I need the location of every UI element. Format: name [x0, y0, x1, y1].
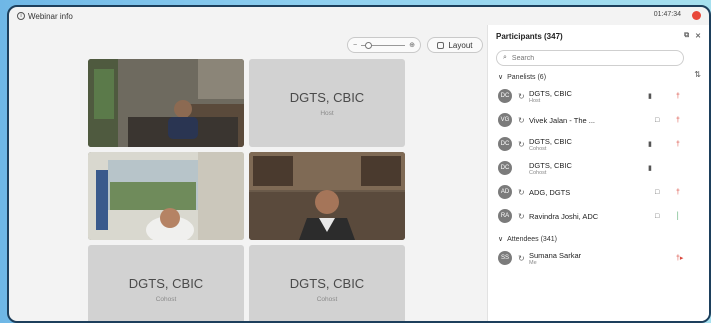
- tile-role: Cohost: [155, 295, 177, 303]
- window-title: Webinar info: [28, 11, 73, 21]
- mic-muted-icon[interactable]: †▸: [676, 254, 683, 262]
- webinar-info-button[interactable]: i Webinar info: [17, 12, 73, 21]
- video-tile-3[interactable]: [88, 152, 244, 240]
- avatar: AD: [498, 185, 512, 199]
- panel-title: Participants (347): [496, 31, 563, 41]
- avatar: VG: [498, 113, 512, 127]
- zoom-out-icon[interactable]: −: [353, 42, 357, 49]
- participant-row[interactable]: RA ↻ Ravindra Joshi, ADC □ │: [488, 204, 709, 228]
- participant-name: DGTS, CBIC: [529, 88, 572, 98]
- popout-icon[interactable]: ⧉: [684, 32, 689, 40]
- participant-row[interactable]: DC DGTS, CBIC Cohost ▮: [488, 156, 709, 180]
- zoom-in-icon[interactable]: ⊕: [409, 41, 415, 49]
- video-tile-4[interactable]: [249, 152, 405, 240]
- video-icon[interactable]: □: [655, 189, 659, 196]
- chevron-down-icon: ∨: [498, 74, 504, 81]
- video-off-icon[interactable]: ▮: [648, 140, 652, 148]
- tile-name: DGTS, CBIC: [289, 275, 365, 291]
- participant-name: Ravindra Joshi, ADC: [529, 211, 599, 221]
- avatar: DC: [498, 89, 512, 103]
- avatar: SS: [498, 251, 512, 265]
- avatar: DC: [498, 161, 512, 175]
- mic-muted-icon[interactable]: †: [676, 189, 680, 196]
- participant-role: Host: [529, 97, 541, 104]
- info-icon: i: [17, 12, 25, 20]
- participant-name: ADG, DGTS: [529, 187, 571, 197]
- video-tile-5[interactable]: DGTS, CBIC Cohost: [88, 245, 244, 321]
- video-off-icon[interactable]: ▮: [648, 92, 652, 100]
- participant-row[interactable]: SS ↻ Sumana Sarkar Me †▸: [488, 246, 709, 270]
- mic-muted-icon[interactable]: †: [676, 93, 680, 100]
- video-tile-6[interactable]: DGTS, CBIC Cohost: [249, 245, 405, 321]
- mic-active-icon[interactable]: │: [676, 213, 680, 220]
- video-icon[interactable]: □: [655, 213, 659, 220]
- recording-icon[interactable]: [692, 11, 701, 20]
- tile-role: Host: [320, 109, 334, 117]
- search-input[interactable]: [511, 54, 662, 62]
- video-stage: − ⊕ Layout DGTS, CBIC Host DGTS, CBIC Co…: [9, 25, 487, 321]
- participant-name: Vivek Jalan - The ...: [529, 115, 596, 125]
- participant-row[interactable]: VG ↻ Vivek Jalan - The ... □ †: [488, 108, 709, 132]
- tile-name: DGTS, CBIC: [289, 89, 365, 105]
- participant-name: Sumana Sarkar: [529, 250, 582, 260]
- meeting-timer: 01:47:34: [653, 11, 681, 18]
- sync-icon: ↻: [518, 253, 525, 263]
- participants-panel: Participants (347) ⧉ ✕ ⌕ ⇅ ∨ Panelists (…: [487, 25, 709, 321]
- zoom-knob[interactable]: [365, 41, 373, 49]
- mic-muted-icon[interactable]: †: [676, 117, 680, 124]
- tile-role: Cohost: [316, 295, 338, 303]
- attendees-section[interactable]: ∨ Attendees (341): [488, 232, 709, 246]
- participant-video: [88, 152, 244, 240]
- participant-video: [88, 59, 244, 147]
- sync-icon: ↻: [518, 139, 525, 149]
- participant-role: Me: [529, 259, 537, 266]
- layout-grid-icon: [437, 41, 445, 49]
- video-off-icon[interactable]: ▮: [648, 164, 652, 172]
- panelists-section[interactable]: ∨ Panelists (6): [488, 70, 709, 84]
- sync-icon: ↻: [518, 91, 525, 101]
- avatar: RA: [498, 209, 512, 223]
- chevron-down-icon: ∨: [498, 236, 504, 243]
- sync-icon: ↻: [518, 211, 525, 221]
- zoom-track[interactable]: [361, 41, 406, 49]
- avatar: DC: [498, 137, 512, 151]
- title-bar: i Webinar info 01:47:34: [9, 7, 709, 25]
- layout-label: Layout: [448, 40, 473, 50]
- close-icon[interactable]: ✕: [695, 32, 701, 40]
- mic-muted-icon[interactable]: †: [676, 141, 680, 148]
- sync-icon: ↻: [518, 115, 525, 125]
- participant-role: Cohost: [529, 169, 547, 176]
- participant-video: [249, 152, 405, 240]
- participant-row[interactable]: AD ↻ ADG, DGTS □ †: [488, 180, 709, 204]
- participant-name: DGTS, CBIC: [529, 160, 572, 170]
- search-icon: ⌕: [503, 54, 507, 61]
- webinar-window: i Webinar info 01:47:34 − ⊕ Layout DGTS,…: [7, 5, 711, 323]
- participant-name: DGTS, CBIC: [529, 136, 572, 146]
- video-icon[interactable]: □: [655, 117, 659, 124]
- panelists-label: Panelists (6): [507, 73, 547, 81]
- attendees-label: Attendees (341): [507, 235, 557, 243]
- tile-name: DGTS, CBIC: [128, 275, 204, 291]
- participant-row[interactable]: DC ↻ DGTS, CBIC Host ▮ †: [488, 84, 709, 108]
- sync-icon: ↻: [518, 187, 525, 197]
- video-tile-2[interactable]: DGTS, CBIC Host: [249, 59, 405, 147]
- participant-search[interactable]: ⌕: [496, 50, 684, 66]
- layout-button[interactable]: Layout: [427, 37, 483, 53]
- zoom-slider[interactable]: − ⊕: [347, 37, 421, 53]
- panel-header: Participants (347) ⧉ ✕: [488, 25, 709, 47]
- video-tile-1[interactable]: [88, 59, 244, 147]
- sort-icon[interactable]: ⇅: [694, 70, 701, 79]
- participant-role: Cohost: [529, 145, 547, 152]
- participant-row[interactable]: DC ↻ DGTS, CBIC Cohost ▮ †: [488, 132, 709, 156]
